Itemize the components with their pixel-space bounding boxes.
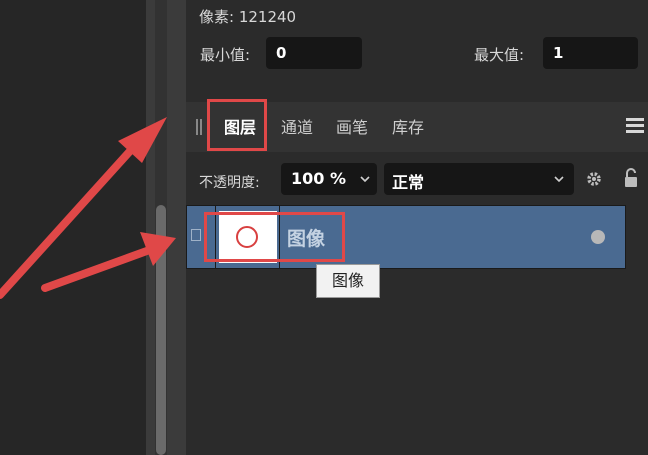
arrow-to-layer <box>41 244 159 292</box>
annotation-arrows <box>0 117 176 299</box>
arrow-to-tab <box>0 136 144 299</box>
